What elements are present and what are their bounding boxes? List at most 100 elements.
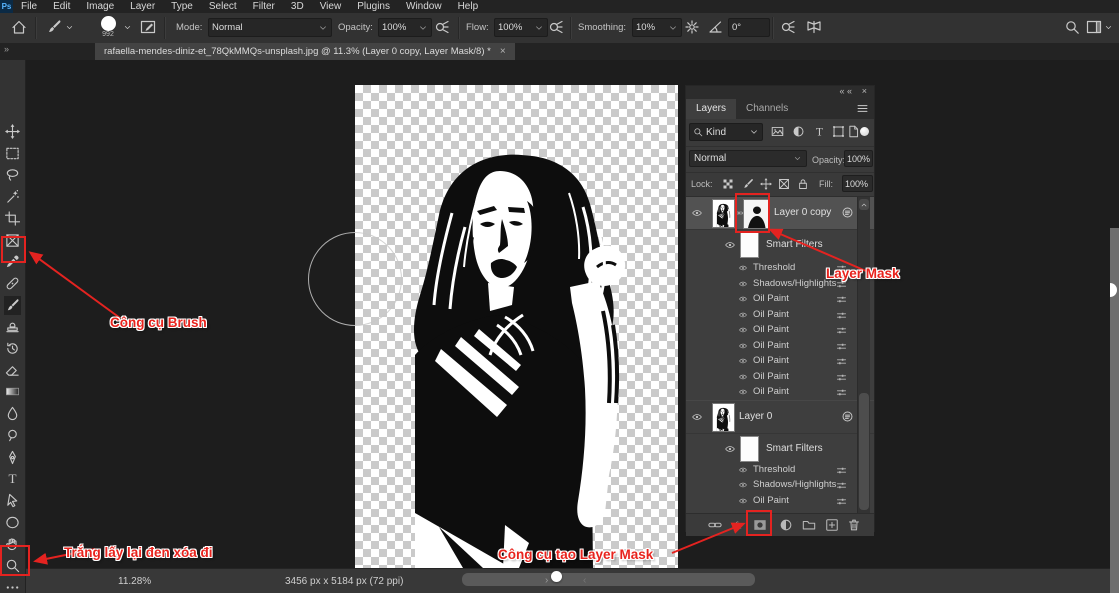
filter-blending-options-icon[interactable] (836, 325, 847, 336)
zoom-level-field[interactable]: 11.28% (118, 576, 151, 587)
visibility-eye-icon[interactable] (738, 466, 748, 474)
layers-scrollbar[interactable] (857, 197, 870, 513)
tool-blur[interactable] (4, 404, 21, 423)
smart-filter-oil-paint[interactable]: Oil Paint (686, 493, 874, 509)
horizontal-scrollbar-thumb[interactable] (462, 573, 755, 586)
filter-smart-objects-icon[interactable] (847, 125, 860, 138)
menu-edit[interactable]: Edit (45, 0, 78, 13)
visibility-eye-icon[interactable] (738, 497, 748, 505)
smart-filter-mask-thumbnail[interactable] (740, 232, 759, 258)
flow-select[interactable]: 100% (494, 18, 548, 37)
scrollbar-thumb[interactable] (859, 393, 869, 510)
smart-filter-oil-paint[interactable]: Oil Paint (686, 322, 874, 338)
visibility-eye-icon[interactable] (724, 240, 736, 250)
visibility-eye-icon[interactable] (738, 342, 748, 350)
menu-image[interactable]: Image (78, 0, 122, 13)
tool-stamp[interactable] (4, 317, 21, 336)
filter-blending-options-icon[interactable] (836, 341, 847, 352)
tool-crop[interactable] (4, 209, 21, 228)
visibility-eye-icon[interactable] (724, 444, 736, 454)
delete-layer-icon[interactable] (847, 518, 861, 532)
home-icon[interactable] (11, 19, 27, 35)
layer-row-layer-0[interactable]: Layer 0 (686, 400, 874, 434)
visibility-eye-icon[interactable] (738, 280, 748, 288)
layer-thumbnail[interactable] (712, 199, 735, 228)
tool-pen[interactable] (4, 448, 21, 467)
tool-history[interactable] (4, 339, 21, 358)
panel-collapse-icon[interactable]: « « (839, 86, 852, 96)
smart-filter-badge-icon[interactable] (841, 410, 854, 423)
document-tab[interactable]: rafaella-mendes-diniz-et_78QkMMQs-unspla… (95, 43, 515, 60)
filter-blending-options-icon[interactable] (836, 387, 847, 398)
menu-filter[interactable]: Filter (245, 0, 283, 13)
tool-cursor[interactable] (4, 491, 21, 510)
tool-eraser[interactable] (4, 361, 21, 380)
new-layer-icon[interactable] (825, 518, 839, 532)
status-options-chevron[interactable]: › (545, 575, 548, 586)
tool-healing[interactable] (4, 274, 21, 293)
brush-settings-panel-icon[interactable] (140, 19, 156, 35)
lock-all-icon[interactable] (797, 178, 809, 190)
fill-select[interactable]: 100% (842, 175, 873, 192)
tool-dodge[interactable] (4, 426, 21, 445)
menu-select[interactable]: Select (201, 0, 245, 13)
smart-filter-oil-paint[interactable]: Oil Paint (686, 353, 874, 369)
smart-filter-threshold[interactable]: Threshold (686, 462, 874, 478)
tab-layers[interactable]: Layers (686, 99, 736, 119)
lock-paint-icon[interactable] (742, 178, 754, 190)
tool-wand[interactable] (4, 187, 21, 206)
visibility-eye-icon[interactable] (738, 295, 748, 303)
layer-blend-mode-select[interactable]: Normal (689, 150, 807, 167)
smart-filter-oil-paint[interactable]: Oil Paint (686, 384, 874, 400)
adjustment-layer-icon[interactable] (779, 518, 793, 532)
layer-thumbnail[interactable] (712, 403, 735, 432)
search-icon[interactable] (1064, 19, 1080, 35)
link-layers-icon[interactable] (708, 518, 722, 532)
brush-size-preview[interactable]: 992 (96, 16, 120, 42)
menu-view[interactable]: View (312, 0, 350, 13)
filter-blending-options-icon[interactable] (836, 480, 847, 491)
panel-menu-icon[interactable] (856, 102, 869, 115)
paint-symmetry-icon[interactable] (806, 19, 822, 35)
menu-help[interactable]: Help (450, 0, 487, 13)
visibility-eye-icon[interactable] (738, 357, 748, 365)
tab-close-icon[interactable]: × (500, 46, 506, 57)
smart-filter-badge-icon[interactable] (841, 206, 854, 219)
menu-type[interactable]: Type (163, 0, 201, 13)
filter-blending-options-icon[interactable] (836, 356, 847, 367)
smart-filter-oil-paint[interactable]: Oil Paint (686, 369, 874, 385)
smart-filter-oil-paint[interactable]: Oil Paint (686, 291, 874, 307)
menu-plugins[interactable]: Plugins (349, 0, 398, 13)
new-group-icon[interactable] (802, 518, 816, 532)
visibility-eye-icon[interactable] (738, 373, 748, 381)
visibility-eye-icon[interactable] (738, 388, 748, 396)
filter-blending-options-icon[interactable] (836, 496, 847, 507)
workspace-switcher-icon[interactable] (1086, 19, 1102, 35)
tab-overflow-chevrons[interactable]: » (4, 44, 9, 54)
chevron-down-icon[interactable] (65, 23, 74, 32)
layer-name[interactable]: Layer 0 (739, 411, 772, 422)
smart-filters-row[interactable]: Smart Filters (686, 230, 874, 260)
filter-type-layers-icon[interactable] (813, 125, 826, 138)
smart-filter-shadows-highlights[interactable]: Shadows/Highlights (686, 477, 874, 493)
lock-transparency-icon[interactable] (722, 178, 734, 190)
smart-filter-oil-paint[interactable]: Oil Paint (686, 307, 874, 323)
tablet-pressure-icon[interactable] (780, 19, 796, 35)
smart-filter-oil-paint[interactable]: Oil Paint (686, 338, 874, 354)
panel-close-icon[interactable]: × (862, 86, 867, 96)
tool-ellipse[interactable] (4, 513, 21, 532)
menu-file[interactable]: File (13, 0, 45, 13)
blend-mode-select[interactable]: Normal (208, 18, 332, 37)
menu-3d[interactable]: 3D (283, 0, 312, 13)
filter-kind-select[interactable]: Kind (689, 123, 763, 141)
photoshop-logo-icon[interactable]: Ps (0, 0, 13, 13)
tool-dots[interactable] (4, 578, 21, 593)
lock-artboard-icon[interactable] (778, 178, 790, 190)
filter-pixel-layers-icon[interactable] (771, 125, 784, 138)
tool-gradient[interactable] (4, 382, 21, 401)
lock-position-icon[interactable] (760, 178, 772, 190)
canvas-area[interactable] (25, 60, 1110, 568)
filter-blending-options-icon[interactable] (836, 465, 847, 476)
tool-move[interactable] (4, 122, 21, 141)
airbrush-pressure-icon[interactable] (434, 19, 450, 35)
